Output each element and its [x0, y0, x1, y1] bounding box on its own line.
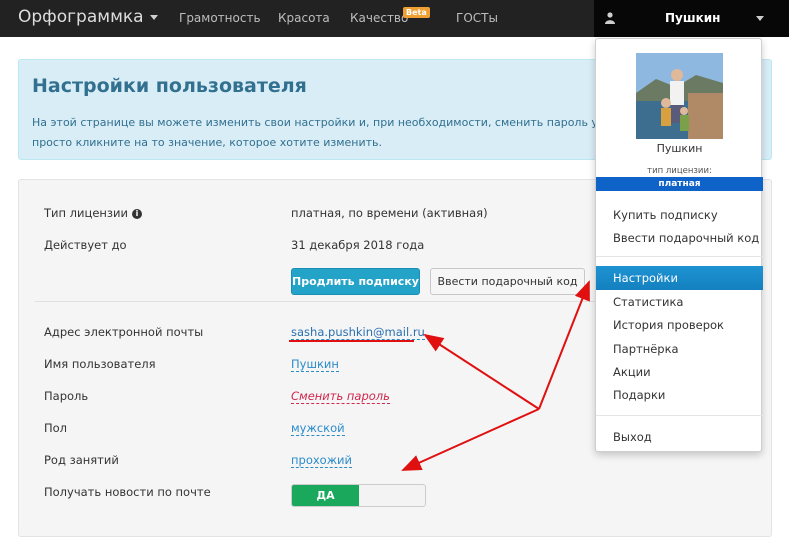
- menu-divider: [596, 415, 763, 416]
- section-divider: [35, 301, 595, 302]
- news-label: Получать новости по почте: [44, 485, 211, 499]
- info-description: На этой странице вы можете изменить свои…: [32, 113, 639, 153]
- user-icon: [605, 12, 615, 24]
- menu-partner[interactable]: Партнёрка: [613, 342, 679, 356]
- gender-value[interactable]: мужской: [291, 421, 345, 436]
- menu-promotions[interactable]: Акции: [613, 365, 651, 379]
- dropdown-user-name: Пушкин: [656, 142, 703, 155]
- info-line-1: На этой странице вы можете изменить свои…: [32, 116, 639, 129]
- beta-badge: Beta: [403, 7, 430, 18]
- menu-settings-label: Настройки: [613, 271, 678, 285]
- menu-statistics[interactable]: Статистика: [613, 295, 683, 309]
- brand-menu[interactable]: Орфограммка: [18, 7, 158, 27]
- toggle-on-label: ДА: [292, 485, 359, 506]
- user-menu-name[interactable]: Пушкин: [665, 11, 720, 25]
- email-value[interactable]: sasha.pushkin@mail.ru: [291, 325, 425, 340]
- email-label: Адрес электронной почты: [44, 325, 204, 339]
- license-row-label: Тип лицензии i: [44, 206, 142, 220]
- nav-kachestvo[interactable]: Качество: [350, 11, 408, 25]
- menu-settings[interactable]: Настройки: [596, 266, 763, 290]
- occupation-row: прохожий: [291, 453, 353, 468]
- extend-subscription-button[interactable]: Продлить подписку: [291, 268, 420, 295]
- menu-logout[interactable]: Выход: [613, 430, 652, 444]
- menu-check-history[interactable]: История проверок: [613, 318, 724, 332]
- password-label: Пароль: [44, 389, 89, 403]
- username-label: Имя пользователя: [44, 357, 156, 371]
- gender-label: Пол: [44, 421, 68, 435]
- gender-row: мужской: [291, 421, 345, 436]
- valid-until-label: Действует до: [44, 238, 127, 252]
- nav-gosty[interactable]: ГОСТы: [456, 11, 498, 25]
- occupation-value[interactable]: прохожий: [291, 453, 353, 468]
- change-password-link[interactable]: Сменить пароль: [291, 389, 390, 404]
- dropdown-license-label: тип лицензии:: [647, 166, 712, 176]
- menu-gifts[interactable]: Подарки: [613, 388, 665, 402]
- username-value[interactable]: Пушкин: [291, 357, 339, 372]
- avatar: [636, 53, 723, 139]
- username-row: Пушкин: [291, 357, 339, 372]
- info-line-2: просто кликните на то значение, которое …: [32, 136, 383, 149]
- user-dropdown-menu: Пушкин тип лицензии: платная Купить подп…: [595, 38, 763, 452]
- valid-until-value: 31 декабря 2018 года: [291, 238, 425, 252]
- license-value: платная, по времени (активная): [291, 206, 488, 220]
- email-row: sasha.pushkin@mail.ru: [291, 325, 425, 340]
- nav-gramotnost[interactable]: Грамотность: [179, 11, 261, 25]
- nav-krasota[interactable]: Красота: [278, 11, 330, 25]
- enter-gift-code-button[interactable]: Ввести подарочный код: [430, 268, 585, 295]
- password-row: Сменить пароль: [291, 389, 390, 404]
- license-badge: платная: [596, 177, 763, 191]
- info-icon[interactable]: i: [131, 208, 142, 219]
- chevron-down-icon: [149, 14, 158, 20]
- menu-buy-subscription[interactable]: Купить подписку: [613, 208, 718, 222]
- menu-divider: [596, 256, 763, 257]
- page-title: Настройки пользователя: [32, 75, 307, 97]
- news-toggle[interactable]: ДА: [291, 484, 426, 507]
- chevron-down-icon: [756, 16, 764, 21]
- menu-enter-gift-code[interactable]: Ввести подарочный код: [613, 231, 759, 245]
- license-label: Тип лицензии: [44, 206, 128, 220]
- occupation-label: Род занятий: [44, 453, 119, 467]
- brand-label: Орфограммка: [18, 7, 144, 27]
